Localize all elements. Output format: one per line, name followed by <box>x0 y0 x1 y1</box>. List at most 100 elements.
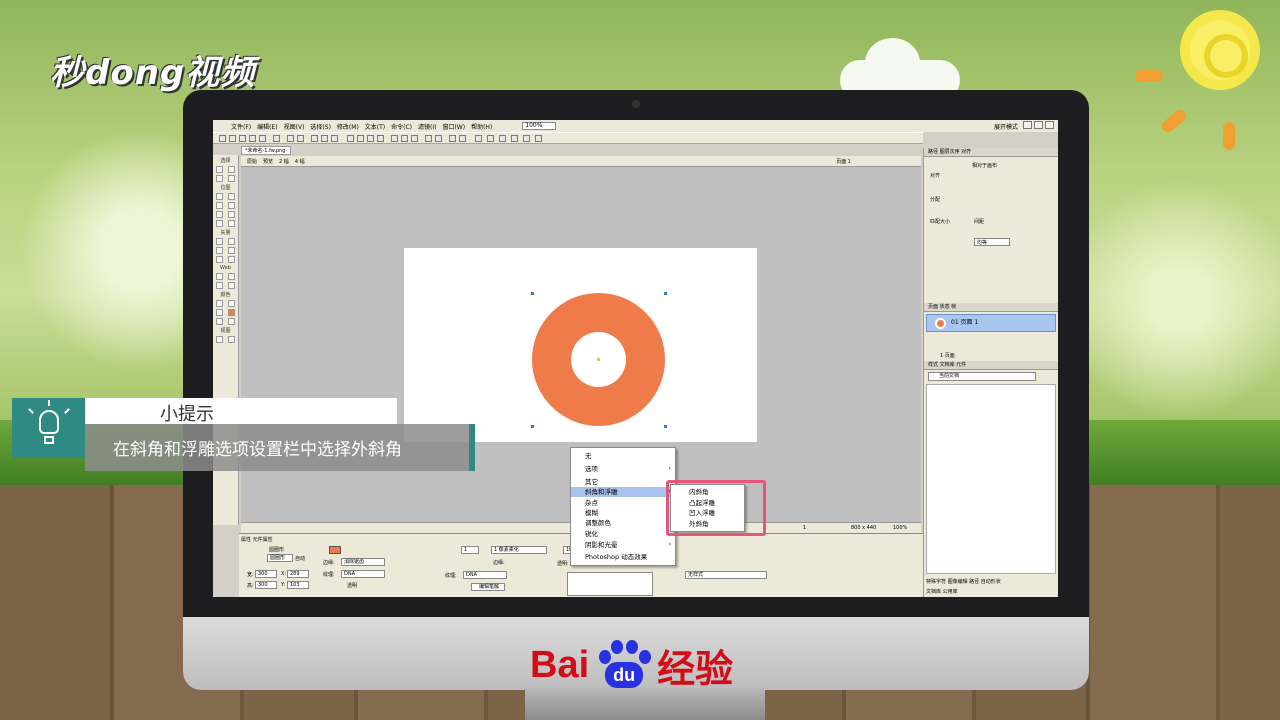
workspace-switcher[interactable]: 展开模式 <box>994 122 1018 131</box>
menu-filters[interactable]: 滤镜(I) <box>418 122 436 131</box>
styles-list[interactable] <box>926 384 1056 574</box>
cut-icon[interactable] <box>311 135 318 142</box>
close-icon[interactable] <box>1045 121 1054 129</box>
selection-handle[interactable] <box>531 425 534 428</box>
show-slices-icon[interactable] <box>228 282 236 289</box>
stroke-type-select[interactable]: 1 像素柔化 <box>491 546 547 554</box>
style-select[interactable]: 无样式 <box>685 571 767 579</box>
copy-icon[interactable] <box>321 135 328 142</box>
subselect-tool-icon[interactable] <box>228 166 236 173</box>
styles-panel-tabs[interactable]: 样式 文档库 元件 <box>924 361 1058 370</box>
menu-window[interactable]: 窗口(W) <box>442 122 465 131</box>
menu-select[interactable]: 选择(S) <box>310 122 331 131</box>
fill-edge-select[interactable]: 消除锯齿 <box>341 558 385 566</box>
spacing-select[interactable]: 均等 <box>974 238 1010 246</box>
bottom-panel-tabs[interactable]: 特殊字符 图像编辑 路径 自动形状 <box>926 578 1001 585</box>
default-colors-icon[interactable] <box>215 318 223 325</box>
menu-item-blur[interactable]: 模糊 <box>571 508 675 518</box>
document-canvas[interactable] <box>404 248 757 442</box>
hide-slices-icon[interactable] <box>215 282 223 289</box>
menu-item-options[interactable]: 选项 › <box>571 464 675 474</box>
flip-h-icon[interactable] <box>449 135 456 142</box>
page-list-item[interactable]: 01 页面 1 <box>926 314 1056 332</box>
align-panel-tabs[interactable]: 路径 图层次序 对齐 <box>924 148 1058 157</box>
knife-tool-icon[interactable] <box>228 256 236 263</box>
menu-item-adjust-color[interactable]: 调整颜色 <box>571 518 675 528</box>
stroke-color-icon[interactable] <box>215 309 223 316</box>
menu-item-bevel-emboss[interactable]: 斜角和浮雕› <box>571 487 675 497</box>
maximize-icon[interactable] <box>1034 121 1043 129</box>
fill-texture-select[interactable]: DNA <box>341 570 385 578</box>
filters-list[interactable] <box>567 572 653 596</box>
menu-modify[interactable]: 修改(M) <box>337 122 359 131</box>
eraser-tool-icon[interactable] <box>228 211 236 218</box>
pointer-tool-icon[interactable] <box>215 166 223 173</box>
redo-icon[interactable] <box>297 135 304 142</box>
import-icon[interactable] <box>249 135 256 142</box>
menu-file[interactable]: 文件(F) <box>231 122 251 131</box>
magic-wand-tool-icon[interactable] <box>215 202 223 209</box>
document-tab[interactable]: *未命名-1.fw.png <box>241 146 291 155</box>
y-field[interactable]: 103 <box>287 581 309 589</box>
library-select[interactable]: 当前文档 <box>928 372 1036 381</box>
edit-stroke-button[interactable]: 编辑笔触 <box>471 583 505 591</box>
minimize-icon[interactable] <box>1023 121 1032 129</box>
swap-colors-icon[interactable] <box>228 318 236 325</box>
blur-tool-icon[interactable] <box>215 220 223 227</box>
symbol-icon[interactable] <box>499 135 506 142</box>
pencil-tool-icon[interactable] <box>215 211 223 218</box>
split-icon[interactable] <box>377 135 384 142</box>
menu-item-none[interactable]: 无 <box>571 451 675 461</box>
zoom-select[interactable]: 100% <box>522 122 557 130</box>
tab-2up[interactable]: 2 幅 <box>279 158 289 165</box>
slice-tool-icon[interactable] <box>228 273 236 280</box>
arrange-icon[interactable] <box>475 135 482 142</box>
bring-front-icon[interactable] <box>391 135 398 142</box>
lasso-tool-icon[interactable] <box>228 193 236 200</box>
line-tool-icon[interactable] <box>215 238 223 245</box>
hotspot-tool-icon[interactable] <box>215 273 223 280</box>
crop-tool-icon[interactable] <box>228 175 236 182</box>
stamp-tool-icon[interactable] <box>228 220 236 227</box>
marquee-tool-icon[interactable] <box>215 193 223 200</box>
layers-icon[interactable] <box>535 135 542 142</box>
new-icon[interactable] <box>219 135 226 142</box>
print-icon[interactable] <box>273 135 280 142</box>
hotspot-icon[interactable] <box>511 135 518 142</box>
align-icon[interactable] <box>411 135 418 142</box>
flip-v-icon[interactable] <box>459 135 466 142</box>
properties-tabs[interactable]: 属性 元件属性 <box>241 536 273 543</box>
menu-item-other[interactable]: 其它 <box>571 477 675 487</box>
undo-icon[interactable] <box>287 135 294 142</box>
path-icon[interactable] <box>487 135 494 142</box>
menu-item-shadow-glow[interactable]: 阴影和光晕 › <box>571 540 675 550</box>
selection-handle[interactable] <box>531 292 534 295</box>
width-field[interactable]: 300 <box>255 570 277 578</box>
x-field[interactable]: 289 <box>287 570 309 578</box>
rotate-left-icon[interactable] <box>425 135 432 142</box>
tab-original[interactable]: 原始 <box>247 158 257 165</box>
center-point[interactable] <box>597 358 600 361</box>
slice-icon[interactable] <box>523 135 530 142</box>
brush-tool-icon[interactable] <box>228 202 236 209</box>
object-name-field[interactable]: 圆圈形 <box>267 554 293 562</box>
join-icon[interactable] <box>367 135 374 142</box>
pages-panel-tabs[interactable]: 页面 状态 帧 <box>924 303 1058 312</box>
menu-text[interactable]: 文本(T) <box>365 122 385 131</box>
scale-tool-icon[interactable] <box>215 175 223 182</box>
fullscreen-mode-icon[interactable] <box>228 336 236 343</box>
menu-item-sharpen[interactable]: 锐化 <box>571 529 675 539</box>
paste-icon[interactable] <box>331 135 338 142</box>
height-field[interactable]: 300 <box>255 581 277 589</box>
stroke-size-field[interactable]: 1 <box>461 546 479 554</box>
send-back-icon[interactable] <box>401 135 408 142</box>
status-zoom[interactable]: 100% <box>893 525 907 531</box>
stroke-texture-select[interactable]: DNA <box>463 571 507 579</box>
menu-view[interactable]: 视图(V) <box>284 122 305 131</box>
freeform-tool-icon[interactable] <box>215 256 223 263</box>
page-selector[interactable]: 页面 1 <box>836 158 851 165</box>
export-icon[interactable] <box>259 135 266 142</box>
menu-commands[interactable]: 命令(C) <box>391 122 412 131</box>
menu-help[interactable]: 帮助(H) <box>471 122 492 131</box>
rotate-right-icon[interactable] <box>435 135 442 142</box>
